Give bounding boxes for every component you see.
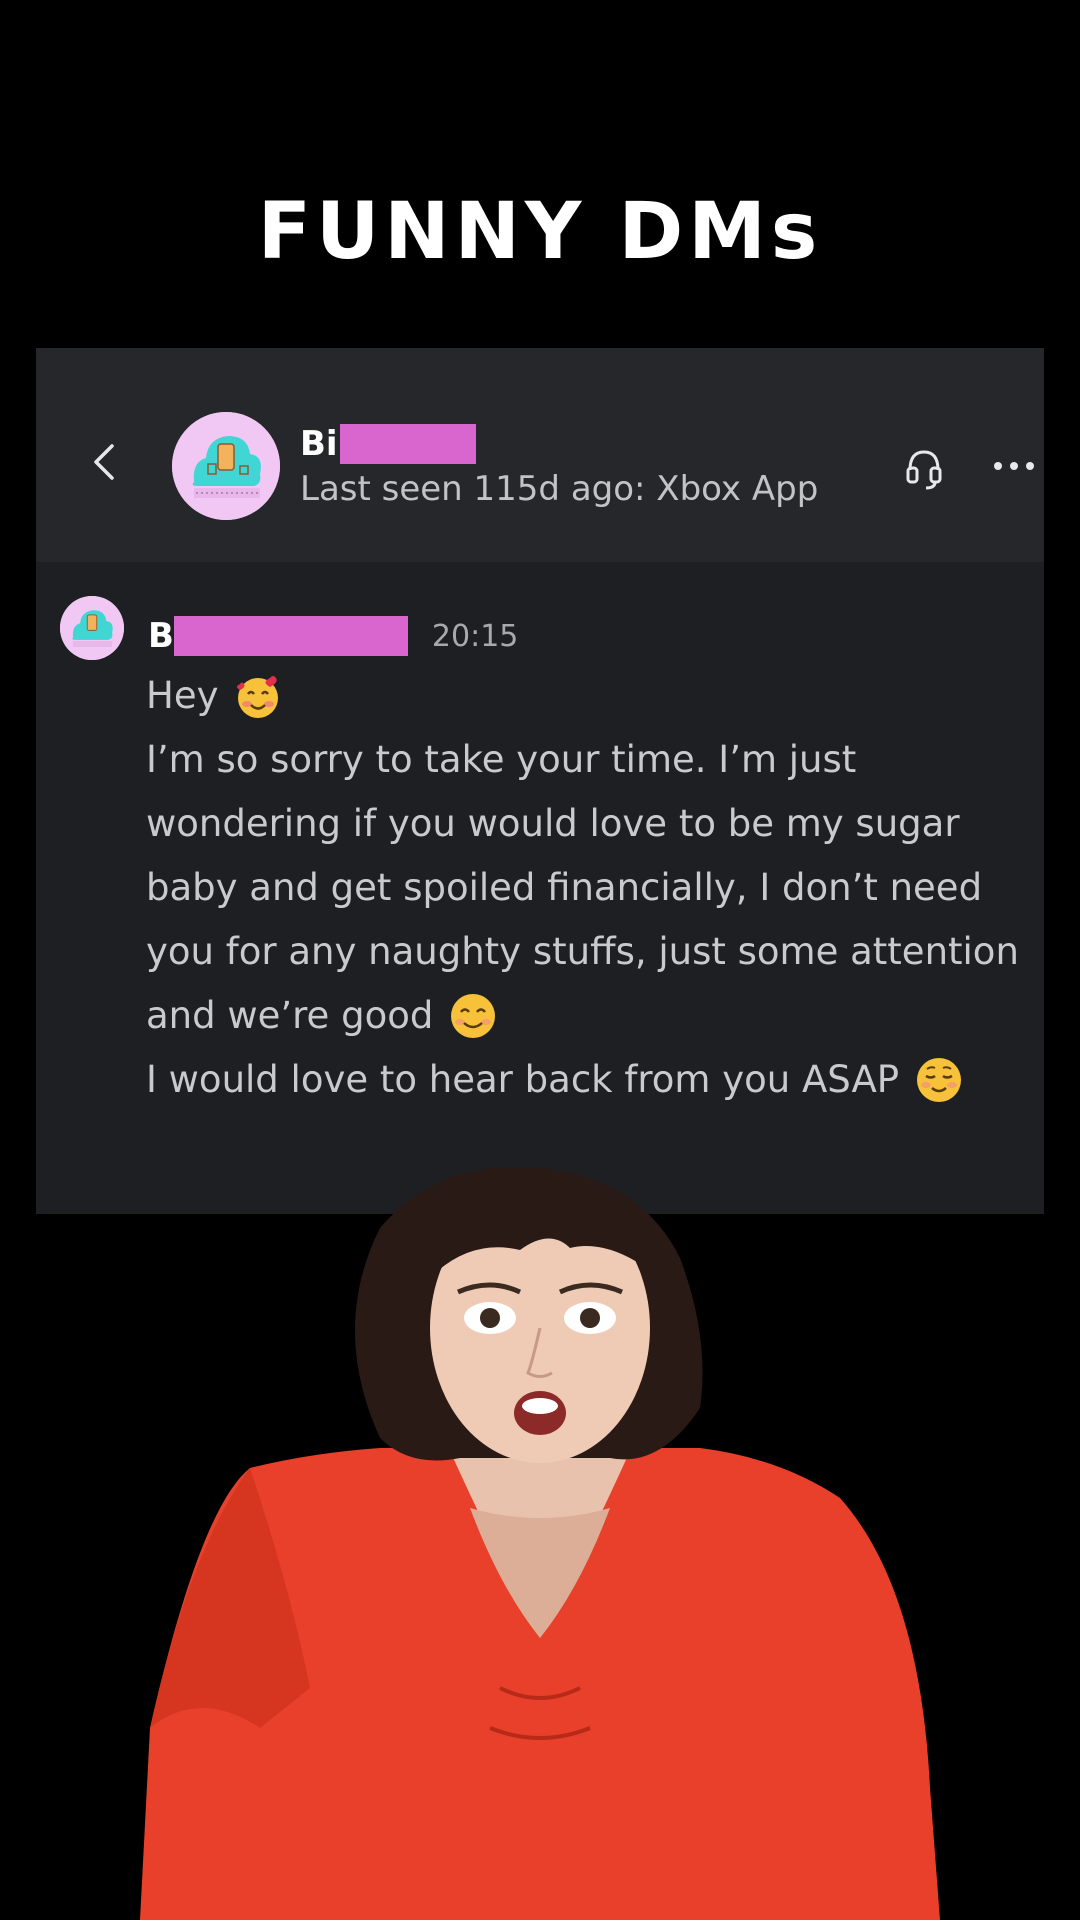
- sender-avatar[interactable]: [60, 596, 124, 660]
- dm-screenshot: Bi Last seen 115d ago: Xbox App B 20:15: [36, 348, 1044, 1214]
- message-line-text: you for any naughty stuffs, just some at…: [146, 930, 1019, 973]
- contact-name-text: Bi: [300, 424, 338, 464]
- message-header: B 20:15: [148, 614, 518, 658]
- message-timestamp: 20:15: [431, 618, 519, 654]
- avatar[interactable]: [172, 412, 280, 520]
- message-line-text: Hey: [146, 674, 219, 717]
- conversation-header: Bi Last seen 115d ago: Xbox App: [36, 348, 1044, 562]
- page-title: FUNNY DMs: [257, 187, 823, 277]
- sender-name: B: [148, 616, 174, 656]
- message-line: and we’re good: [146, 984, 1026, 1048]
- message-line: I’m so sorry to take your time. I’m just: [146, 728, 1026, 792]
- name-redaction: [339, 424, 476, 464]
- message-line: you for any naughty stuffs, just some at…: [146, 920, 1026, 984]
- message-line-text: baby and get spoiled financially, I don’…: [146, 866, 983, 909]
- message-line-text: wondering if you would love to be my sug…: [146, 802, 960, 845]
- message-line: wondering if you would love to be my sug…: [146, 792, 1026, 856]
- message-line: Hey: [146, 664, 1026, 728]
- contact-name: Bi: [300, 420, 476, 468]
- smiling-face-with-hearts-icon: [237, 676, 279, 718]
- message-line: I would love to hear back from you ASAP: [146, 1048, 1026, 1112]
- ellipsis-icon[interactable]: [992, 456, 1036, 476]
- shocked-woman-meme-image: [140, 1168, 940, 1920]
- chevron-left-icon[interactable]: [86, 440, 122, 484]
- message-line-text: and we’re good: [146, 994, 434, 1037]
- smiling-face-with-smiling-eyes-icon: [451, 994, 496, 1038]
- avatar-image-icon: [60, 596, 124, 660]
- message-line: baby and get spoiled financially, I don’…: [146, 856, 1026, 920]
- smiling-face-relaxed-icon: [917, 1058, 962, 1102]
- avatar-image-icon: [172, 412, 280, 520]
- headset-icon[interactable]: [904, 444, 944, 492]
- message-line-text: I would love to hear back from you ASAP: [146, 1058, 900, 1101]
- message-body: Hey I’m so sorry to take your time. I’m …: [146, 664, 1026, 1112]
- sender-name-redaction: [173, 616, 408, 656]
- last-seen-status: Last seen 115d ago: Xbox App: [300, 469, 819, 509]
- message-line-text: I’m so sorry to take your time. I’m just: [146, 738, 857, 781]
